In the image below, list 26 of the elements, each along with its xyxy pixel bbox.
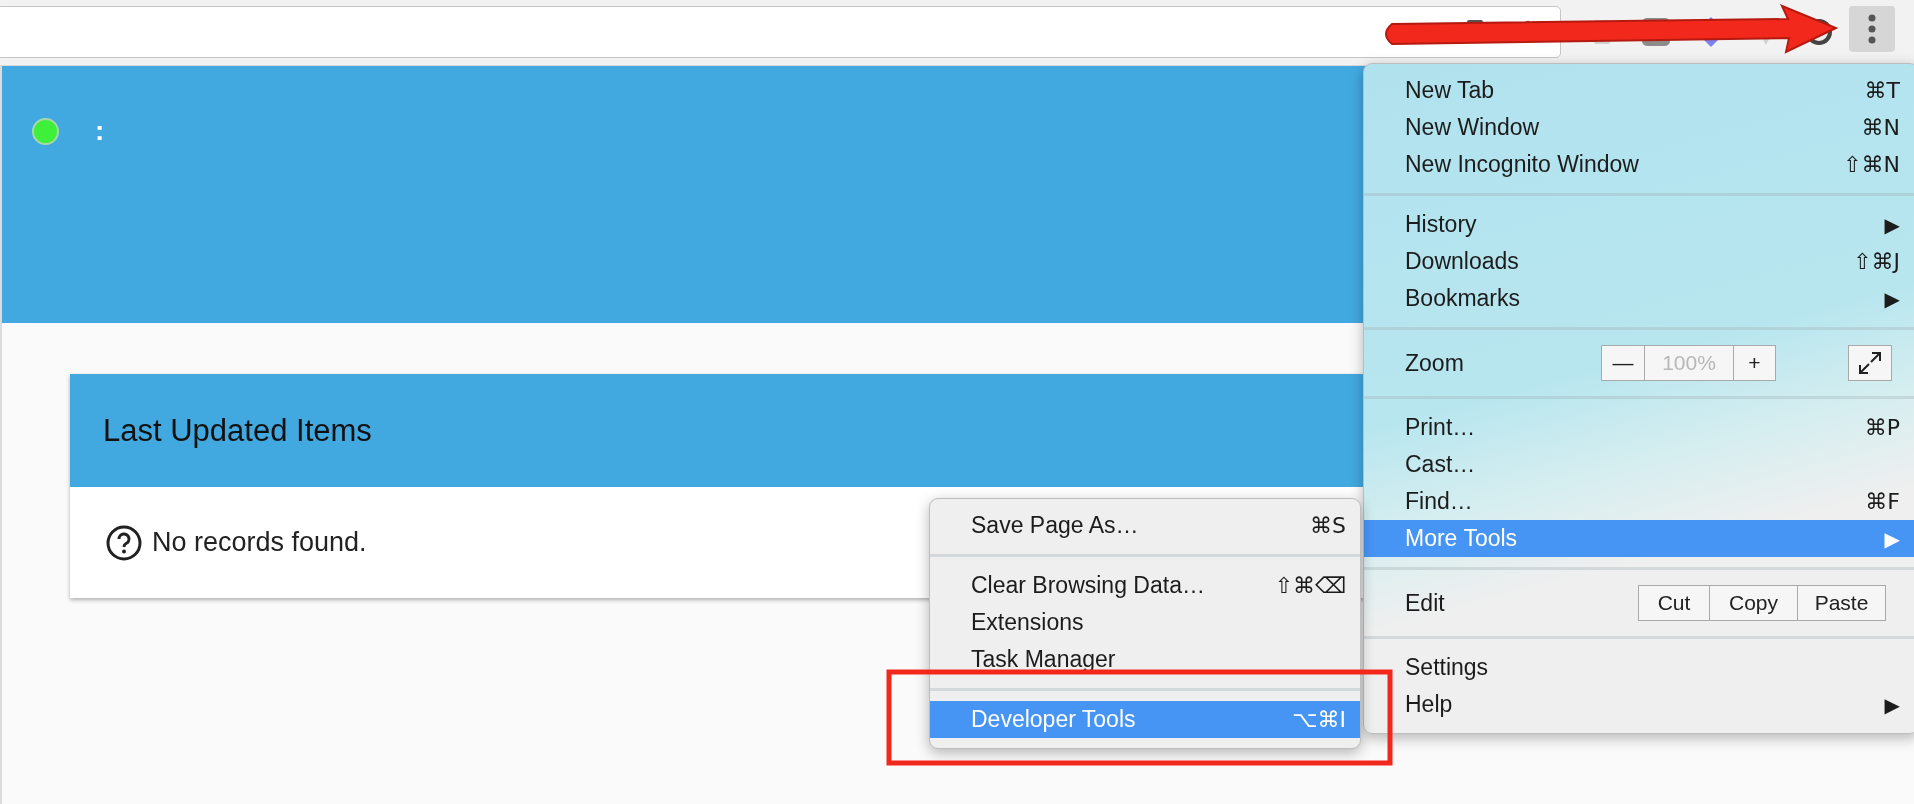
menu-button[interactable] [1849,6,1895,52]
menu-item[interactable]: New Window ⌘N [1364,109,1914,146]
menu-label: Edit [1405,589,1446,617]
menu-label: Zoom [1405,349,1465,377]
menu-item[interactable]: Task Manager [930,641,1360,678]
empty-message: No records found. [152,527,367,558]
more-icon [1868,14,1876,44]
menu-item[interactable]: Settings [1364,649,1914,686]
submenu-item[interactable]: History ▶ [1364,206,1914,243]
fullscreen-button[interactable] [1848,345,1892,381]
menu-item[interactable]: Cast… [1364,446,1914,483]
menu-item[interactable]: Extensions [930,604,1360,641]
menu-item[interactable]: Downloads ⇧⌘J [1364,243,1914,280]
card-title: Last Updated Items [103,412,372,449]
expand-icon [1857,350,1883,376]
menu-item[interactable]: Find… ⌘F [1364,483,1914,520]
menu-item[interactable]: New Tab ⌘T [1364,72,1914,109]
submenu-item[interactable]: Help ▶ [1364,686,1914,723]
menu-item[interactable]: Save Page As… ⌘S [930,507,1360,544]
menu-item[interactable]: Print… ⌘P [1364,409,1914,446]
help-icon [106,524,142,561]
menu-item[interactable]: New Incognito Window ⇧⌘N [1364,146,1914,183]
menu-item[interactable]: Clear Browsing Data… ⇧⌘⌫ [930,567,1360,604]
status-dot [32,118,59,145]
submenu-item[interactable]: Bookmarks ▶ [1364,280,1914,317]
header-text: : [95,118,105,144]
